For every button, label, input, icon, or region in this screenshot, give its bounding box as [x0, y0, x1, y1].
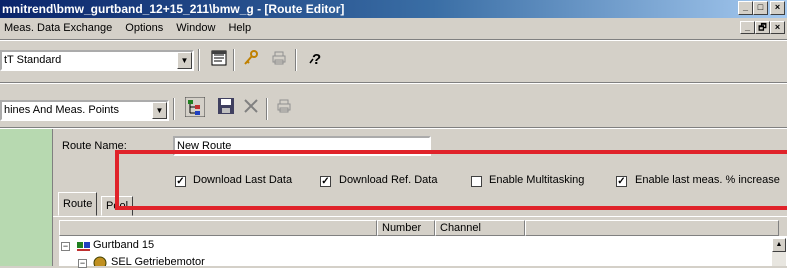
column-header-channel[interactable]: Channel [435, 220, 525, 236]
close-button[interactable]: × [770, 1, 785, 15]
route-tree[interactable]: − Gurtband 15 − SEL Getriebemotor ▲ [59, 236, 787, 268]
machine-group-icon [76, 239, 92, 253]
save-icon[interactable] [215, 97, 237, 119]
separator [266, 98, 268, 120]
notepad-icon[interactable] [208, 49, 230, 71]
tree-item-text: SEL Getriebemotor [111, 256, 205, 266]
menu-window[interactable]: Window [176, 22, 215, 34]
column-header-name[interactable] [59, 220, 377, 236]
tree-icon[interactable] [184, 96, 206, 119]
column-header-number[interactable]: Number [377, 220, 435, 236]
toolbar-route: hines And Meas. Points ▼ [0, 85, 787, 127]
menu-help[interactable]: Help [228, 22, 251, 34]
key-icon[interactable] [240, 49, 262, 71]
navigation-panel[interactable] [0, 129, 53, 266]
menu-options[interactable]: Options [125, 22, 163, 34]
toolbar-combo-value: tT Standard [4, 54, 62, 66]
delete-icon[interactable] [240, 97, 262, 119]
collapse-toggle[interactable]: − [61, 242, 70, 251]
scrollbar-track[interactable] [772, 252, 786, 266]
printer-icon[interactable] [273, 97, 295, 119]
tab-route-label: Route [63, 198, 93, 210]
toolbar-standard: tT Standard ▼ ? [0, 42, 787, 80]
tab-route[interactable]: Route [58, 192, 98, 216]
list-header: Number Channel [59, 220, 779, 236]
tree-item-label[interactable]: SEL Getriebemotor [111, 256, 311, 266]
mdi-minimize-button[interactable]: _ [740, 21, 755, 34]
collapse-toggle[interactable]: − [78, 259, 87, 268]
column-header-filler [525, 220, 779, 236]
maximize-button[interactable]: □ [753, 1, 768, 15]
printer-icon[interactable] [268, 49, 290, 71]
menu-meas-data-exchange[interactable]: Meas. Data Exchange [4, 22, 112, 34]
highlight-box [115, 150, 787, 210]
title-bar: mnitrend\bmw_gurtband_12+15_211\bmw_g - … [0, 0, 787, 18]
separator [233, 49, 235, 71]
chevron-down-icon[interactable]: ▼ [152, 102, 167, 119]
tab-divider [53, 216, 787, 217]
scroll-up-button[interactable]: ▲ [772, 238, 786, 252]
mdi-restore-button[interactable]: 🗗 [755, 21, 770, 34]
motor-icon [93, 256, 107, 266]
column-header-channel-label: Channel [440, 222, 481, 234]
separator [0, 82, 787, 84]
svg-text:?: ? [312, 51, 321, 67]
help-icon[interactable]: ? [305, 49, 327, 71]
separator [0, 39, 787, 41]
menu-bar: Meas. Data Exchange Options Window Help … [0, 19, 787, 38]
separator [295, 49, 297, 71]
chevron-down-icon[interactable]: ▼ [177, 52, 192, 69]
separator [198, 49, 200, 71]
window-title: mnitrend\bmw_gurtband_12+15_211\bmw_g - … [2, 2, 345, 16]
column-header-number-label: Number [382, 222, 422, 234]
minimize-button[interactable]: _ [738, 1, 753, 15]
view-combo-value: hines And Meas. Points [4, 104, 119, 116]
mdi-close-button[interactable]: × [770, 21, 785, 34]
toolbar-combo[interactable]: tT Standard ▼ [0, 50, 194, 71]
separator [173, 98, 175, 120]
tree-item-label[interactable]: Gurtband 15 [93, 239, 154, 251]
view-combo[interactable]: hines And Meas. Points ▼ [0, 100, 169, 121]
